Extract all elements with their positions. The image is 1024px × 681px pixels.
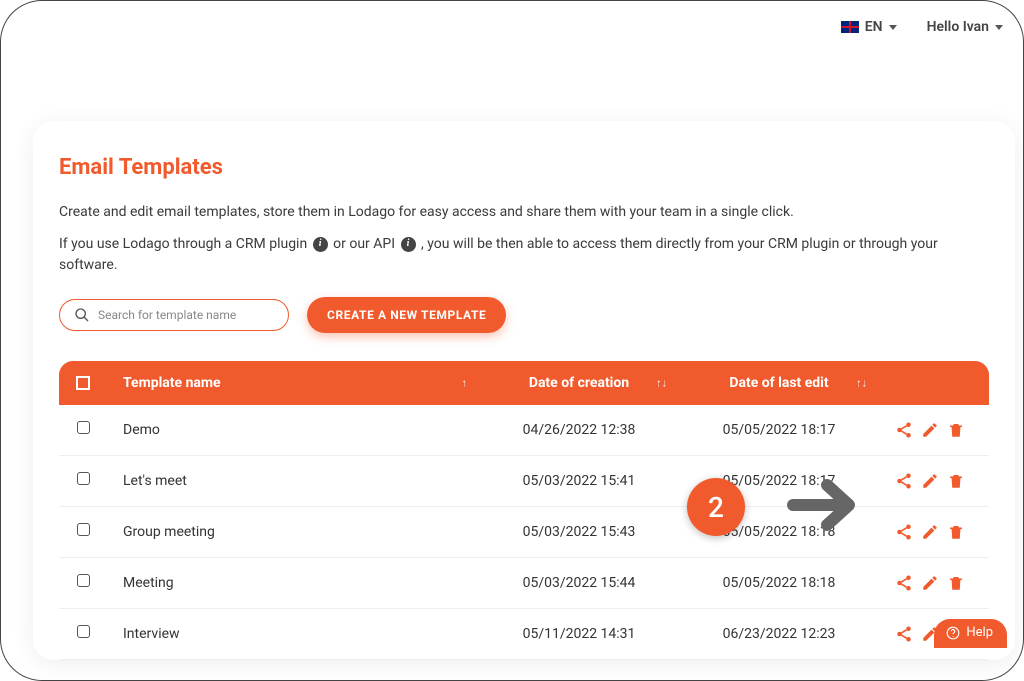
help-icon: [946, 626, 960, 640]
edit-icon[interactable]: [921, 574, 939, 592]
cell-date-created: 05/03/2022 15:41: [479, 456, 679, 507]
table-row: Demo04/26/2022 12:3805/05/2022 18:17: [59, 405, 989, 456]
delete-icon[interactable]: [947, 523, 965, 541]
cell-date-created: 04/26/2022 12:38: [479, 405, 679, 456]
page-title: Email Templates: [59, 155, 989, 180]
table-row: Interview05/11/2022 14:3106/23/2022 12:2…: [59, 609, 989, 660]
cell-date-created: 05/03/2022 15:44: [479, 558, 679, 609]
share-icon[interactable]: [895, 625, 913, 643]
cell-actions: [879, 507, 989, 558]
delete-icon[interactable]: [947, 574, 965, 592]
app-frame: EN Hello Ivan Email Templates Create and…: [0, 0, 1024, 681]
language-code: EN: [865, 19, 883, 35]
cell-actions: [879, 558, 989, 609]
edit-icon[interactable]: [921, 421, 939, 439]
cell-template-name: Meeting: [107, 558, 479, 609]
page-description-1: Create and edit email templates, store t…: [59, 202, 989, 222]
help-button[interactable]: Help: [934, 619, 1007, 648]
cell-actions: [879, 405, 989, 456]
search-field-wrapper: [59, 299, 289, 331]
info-icon[interactable]: i: [313, 237, 328, 252]
cell-template-name: Demo: [107, 405, 479, 456]
row-checkbox[interactable]: [77, 574, 90, 587]
header-label: Template name: [123, 375, 221, 391]
main-card: Email Templates Create and edit email te…: [33, 121, 1015, 660]
controls-row: CREATE A NEW TEMPLATE: [59, 297, 989, 333]
desc2-part-a: If you use Lodago through a CRM plugin: [59, 236, 307, 252]
arrow-right-icon: [787, 475, 861, 539]
cell-actions: [879, 456, 989, 507]
sort-icon: [856, 376, 867, 389]
header-date-created[interactable]: Date of creation: [479, 361, 679, 405]
table-header: Template name Date of creation Date of l…: [59, 361, 989, 405]
checkbox-icon: [76, 376, 90, 390]
top-bar: EN Hello Ivan: [1, 1, 1023, 35]
flag-uk-icon: [841, 21, 859, 33]
header-label: Date of creation: [529, 375, 629, 391]
desc2-part-b: or our API: [333, 236, 395, 252]
cell-date-edited: 05/05/2022 18:17: [679, 405, 879, 456]
row-checkbox[interactable]: [77, 523, 90, 536]
sort-asc-icon: [462, 376, 468, 389]
row-checkbox[interactable]: [77, 472, 90, 485]
cell-template-name: Let's meet: [107, 456, 479, 507]
search-icon: [74, 307, 90, 323]
cell-date-created: 05/11/2022 14:31: [479, 609, 679, 660]
header-template-name[interactable]: Template name: [107, 361, 479, 405]
share-icon[interactable]: [895, 472, 913, 490]
row-checkbox[interactable]: [77, 625, 90, 638]
create-template-button[interactable]: CREATE A NEW TEMPLATE: [307, 297, 506, 333]
cell-template-name: Group meeting: [107, 507, 479, 558]
header-actions: [879, 361, 989, 405]
header-select-all[interactable]: [59, 361, 107, 405]
share-icon[interactable]: [895, 523, 913, 541]
language-switcher[interactable]: EN: [841, 19, 897, 35]
delete-icon[interactable]: [947, 472, 965, 490]
share-icon[interactable]: [895, 421, 913, 439]
chevron-down-icon: [995, 25, 1003, 30]
cell-date-edited: 05/05/2022 18:18: [679, 558, 879, 609]
edit-icon[interactable]: [921, 523, 939, 541]
header-date-edited[interactable]: Date of last edit: [679, 361, 879, 405]
search-input[interactable]: [98, 308, 274, 322]
user-menu[interactable]: Hello Ivan: [927, 19, 1003, 35]
sort-icon: [656, 376, 667, 389]
header-label: Date of last edit: [729, 375, 828, 391]
share-icon[interactable]: [895, 574, 913, 592]
cell-date-created: 05/03/2022 15:43: [479, 507, 679, 558]
cell-template-name: Interview: [107, 609, 479, 660]
user-greeting-text: Hello Ivan: [927, 19, 989, 35]
chevron-down-icon: [889, 25, 897, 30]
help-label: Help: [966, 625, 993, 640]
edit-icon[interactable]: [921, 472, 939, 490]
delete-icon[interactable]: [947, 421, 965, 439]
cell-date-edited: 06/23/2022 12:23: [679, 609, 879, 660]
row-checkbox[interactable]: [77, 421, 90, 434]
table-row: Meeting05/03/2022 15:4405/05/2022 18:18: [59, 558, 989, 609]
step-badge: 2: [687, 478, 745, 536]
info-icon[interactable]: i: [401, 237, 416, 252]
page-description-2: If you use Lodago through a CRM plugin i…: [59, 234, 989, 275]
